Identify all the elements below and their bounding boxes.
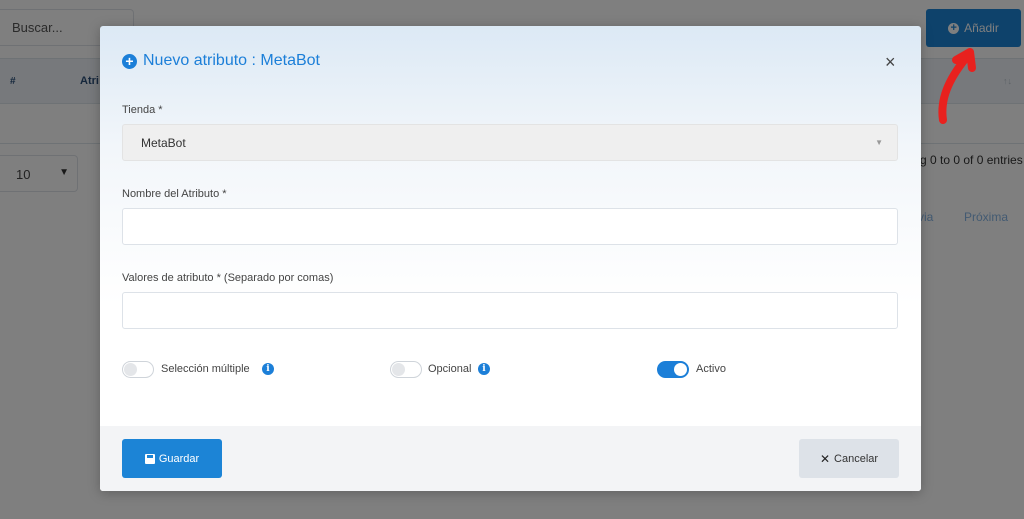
- toggle-knob: [392, 363, 405, 376]
- new-attribute-modal: + Nuevo atributo : MetaBot × Tienda * Me…: [100, 26, 921, 491]
- attribute-name-input[interactable]: [122, 208, 898, 245]
- red-arrow-annotation: [938, 48, 976, 124]
- store-select-value: MetaBot: [141, 136, 186, 150]
- close-icon: ✕: [819, 451, 831, 466]
- save-icon: [144, 453, 155, 464]
- info-icon[interactable]: i: [262, 363, 274, 375]
- multiple-selection-toggle[interactable]: [122, 361, 154, 378]
- attribute-values-label: Valores de atributo * (Separado por coma…: [122, 272, 334, 284]
- modal-footer: Guardar ✕ Cancelar: [100, 426, 921, 491]
- modal-title: + Nuevo atributo : MetaBot: [122, 52, 320, 70]
- optional-label: Opcional: [428, 363, 472, 375]
- optional-toggle[interactable]: [390, 361, 422, 378]
- cancel-button-label: Cancelar: [834, 452, 879, 465]
- toggle-knob: [674, 363, 687, 376]
- info-icon[interactable]: i: [478, 363, 490, 375]
- store-select[interactable]: MetaBot ▼: [122, 124, 898, 161]
- modal-title-text: Nuevo atributo : MetaBot: [143, 52, 320, 69]
- attribute-values-input[interactable]: [122, 292, 898, 329]
- store-label: Tienda *: [122, 104, 163, 116]
- toggle-knob: [124, 363, 137, 376]
- save-button[interactable]: Guardar: [122, 439, 222, 478]
- active-label: Activo: [696, 363, 726, 375]
- active-toggle[interactable]: [657, 361, 689, 378]
- caret-down-icon: ▼: [875, 138, 883, 147]
- close-icon[interactable]: ×: [885, 52, 896, 73]
- save-button-label: Guardar: [158, 452, 200, 465]
- attribute-name-label: Nombre del Atributo *: [122, 188, 227, 200]
- cancel-button[interactable]: ✕ Cancelar: [799, 439, 899, 478]
- plus-circle-icon: +: [122, 53, 137, 69]
- multiple-selection-label: Selección múltiple: [161, 363, 250, 375]
